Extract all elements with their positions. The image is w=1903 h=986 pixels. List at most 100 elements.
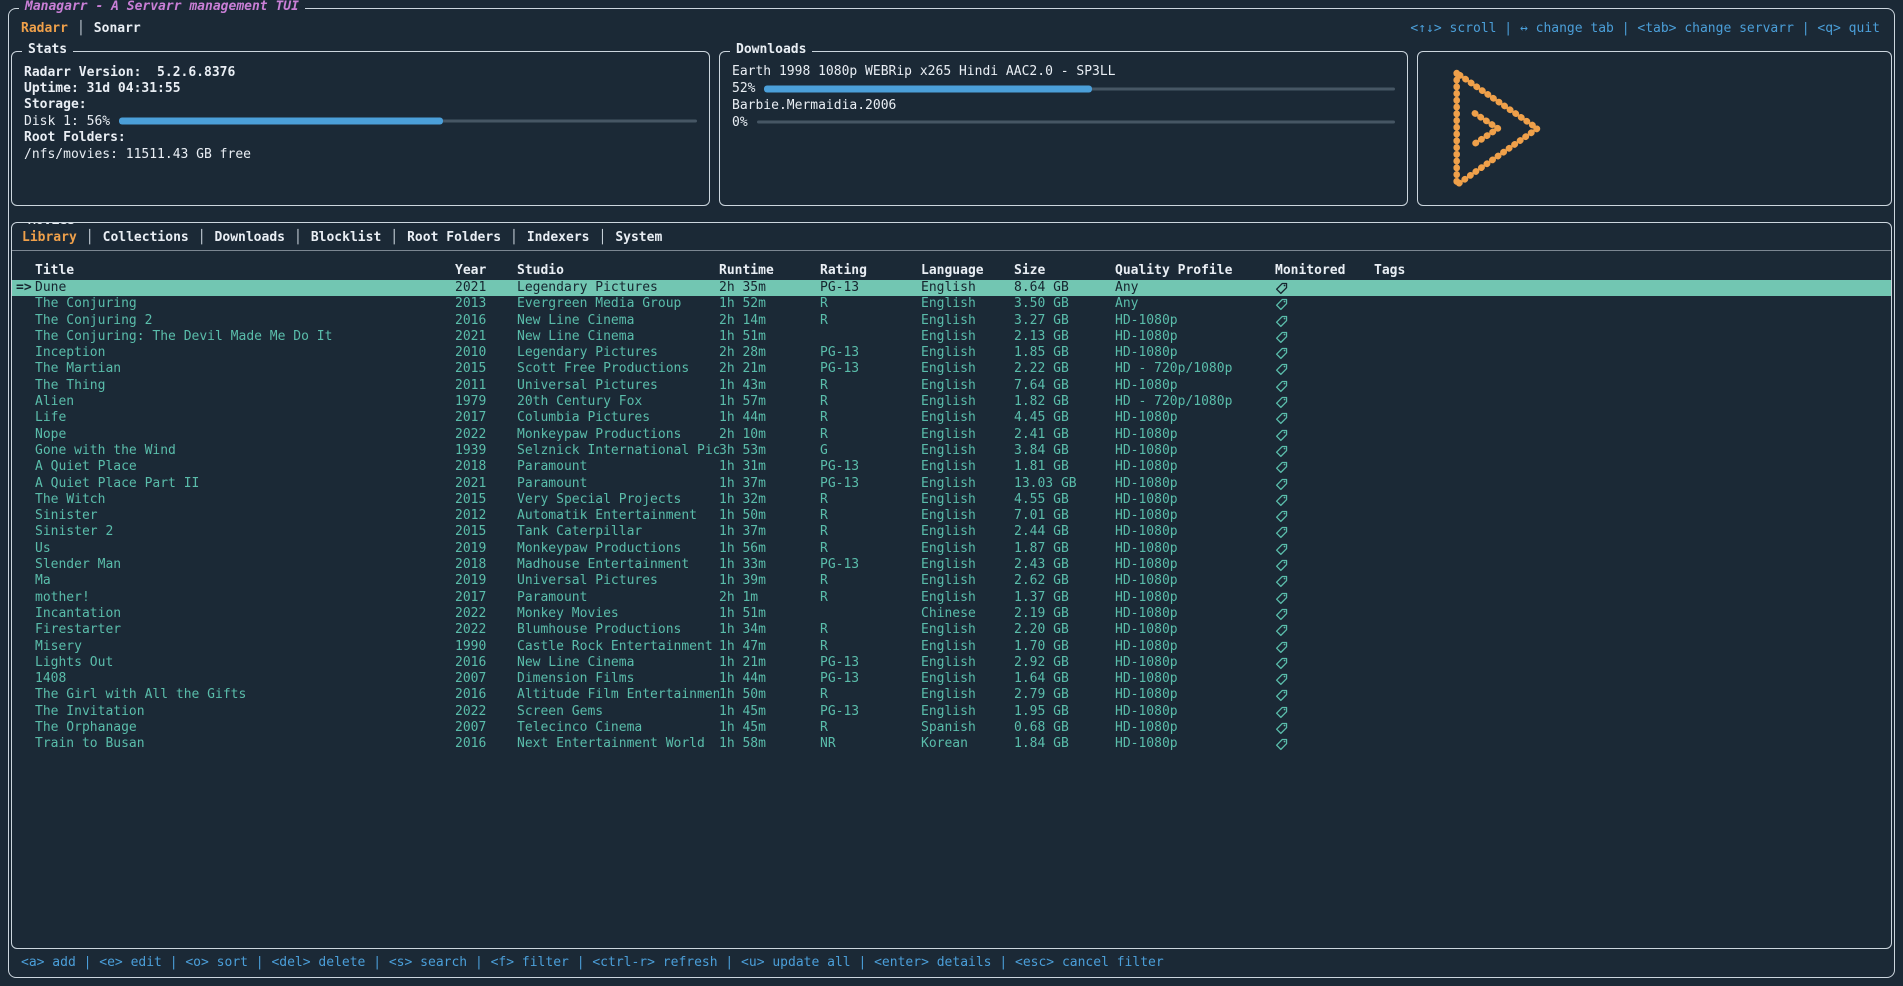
cell-rating: R <box>820 541 921 557</box>
tab-system[interactable]: System <box>615 230 662 245</box>
movie-row[interactable]: The Witch2015Very Special Projects1h 32m… <box>12 492 1891 508</box>
movie-row[interactable]: 14082007Dimension Films1h 44mPG-13Englis… <box>12 671 1891 687</box>
cell-monitored <box>1275 720 1374 736</box>
movie-row[interactable]: The Martian2015Scott Free Productions2h … <box>12 361 1891 377</box>
row-selection-marker <box>12 639 35 655</box>
row-selection-marker <box>12 329 35 345</box>
movie-row[interactable]: Sinister 22015Tank Caterpillar1h 37mREng… <box>12 524 1891 540</box>
cell-rating: PG-13 <box>820 671 921 687</box>
movie-row[interactable]: mother!2017Paramount2h 1mREnglish1.37 GB… <box>12 590 1891 606</box>
monitored-tag-icon <box>1275 412 1288 425</box>
movie-row[interactable]: The Conjuring2013Evergreen Media Group1h… <box>12 296 1891 312</box>
cell-quality-profile: HD-1080p <box>1115 492 1275 508</box>
cell-runtime: 2h 35m <box>719 280 820 296</box>
movie-row[interactable]: The Conjuring: The Devil Made Me Do It20… <box>12 329 1891 345</box>
cell-tags <box>1374 394 1891 410</box>
cell-year: 2022 <box>455 427 517 443</box>
cell-size: 2.62 GB <box>1014 573 1115 589</box>
cell-studio: Columbia Pictures <box>517 410 719 426</box>
monitored-tag-icon <box>1275 608 1288 621</box>
cell-tags <box>1374 606 1891 622</box>
cell-quality-profile: HD-1080p <box>1115 524 1275 540</box>
progress-fill <box>764 85 1092 92</box>
cell-title: Sinister 2 <box>35 524 455 540</box>
cell-quality-profile: HD-1080p <box>1115 622 1275 638</box>
tab-blocklist[interactable]: Blocklist <box>311 230 381 245</box>
cell-size: 1.70 GB <box>1014 639 1115 655</box>
movie-row[interactable]: The Invitation2022Screen Gems1h 45mPG-13… <box>12 704 1891 720</box>
cell-rating: R <box>820 524 921 540</box>
tab-downloads[interactable]: Downloads <box>215 230 285 245</box>
cell-studio: 20th Century Fox <box>517 394 719 410</box>
cell-runtime: 2h 28m <box>719 345 820 361</box>
servarr-tab-sonarr[interactable]: Sonarr <box>94 21 141 36</box>
cell-monitored <box>1275 329 1374 345</box>
movie-row[interactable]: The Conjuring 22016New Line Cinema2h 14m… <box>12 313 1891 329</box>
servarr-tab-radarr[interactable]: Radarr <box>21 21 68 36</box>
tab-indexers[interactable]: Indexers <box>527 230 590 245</box>
cell-language: English <box>921 573 1014 589</box>
movie-row[interactable]: The Girl with All the Gifts2016Altitude … <box>12 687 1891 703</box>
movie-row[interactable]: Lights Out2016New Line Cinema1h 21mPG-13… <box>12 655 1891 671</box>
cell-year: 2015 <box>455 492 517 508</box>
top-panels-row: Stats Radarr Version: 5.2.6.8376Uptime: … <box>9 51 1894 206</box>
header-cell-runtime: Runtime <box>719 263 820 279</box>
movie-row[interactable]: Nope2022Monkeypaw Productions2h 10mREngl… <box>12 427 1891 443</box>
movie-row[interactable]: The Orphanage2007Telecinco Cinema1h 45mR… <box>12 720 1891 736</box>
cell-size: 1.82 GB <box>1014 394 1115 410</box>
movie-row[interactable]: The Thing2011Universal Pictures1h 43mREn… <box>12 378 1891 394</box>
movie-row[interactable]: Misery1990Castle Rock Entertainment1h 47… <box>12 639 1891 655</box>
cell-quality-profile: HD-1080p <box>1115 606 1275 622</box>
cell-runtime: 1h 45m <box>719 720 820 736</box>
cell-studio: Paramount <box>517 590 719 606</box>
movie-row[interactable]: Firestarter2022Blumhouse Productions1h 3… <box>12 622 1891 638</box>
movie-row[interactable]: Train to Busan2016Next Entertainment Wor… <box>12 736 1891 752</box>
movie-row[interactable]: A Quiet Place2018Paramount1h 31mPG-13Eng… <box>12 459 1891 475</box>
cell-quality-profile: Any <box>1115 280 1275 296</box>
cell-year: 2021 <box>455 476 517 492</box>
tab-root-folders[interactable]: Root Folders <box>407 230 501 245</box>
progress-bar <box>119 115 697 127</box>
cell-year: 2016 <box>455 736 517 752</box>
movie-row[interactable]: Incantation2022Monkey Movies1h 51mChines… <box>12 606 1891 622</box>
cell-monitored <box>1275 639 1374 655</box>
movie-row[interactable]: Slender Man2018Madhouse Entertainment1h … <box>12 557 1891 573</box>
monitored-tag-icon <box>1275 592 1288 605</box>
cell-rating: PG-13 <box>820 345 921 361</box>
movie-row[interactable]: Inception2010Legendary Pictures2h 28mPG-… <box>12 345 1891 361</box>
cell-rating: G <box>820 443 921 459</box>
row-selection-marker <box>12 590 35 606</box>
monitored-tag-icon <box>1275 282 1288 295</box>
cell-year: 2017 <box>455 410 517 426</box>
movie-row[interactable]: Gone with the Wind1939Selznick Internati… <box>12 443 1891 459</box>
row-selection-marker <box>12 394 35 410</box>
movie-row[interactable]: Ma2019Universal Pictures1h 39mREnglish2.… <box>12 573 1891 589</box>
monitored-tag-icon <box>1275 722 1288 735</box>
cell-studio: Tank Caterpillar <box>517 524 719 540</box>
tab-collections[interactable]: Collections <box>103 230 189 245</box>
movie-row[interactable]: Sinister2012Automatik Entertainment1h 50… <box>12 508 1891 524</box>
cell-size: 2.22 GB <box>1014 361 1115 377</box>
cell-quality-profile: HD-1080p <box>1115 720 1275 736</box>
monitored-tag-icon <box>1275 510 1288 523</box>
tab-separator: │ <box>77 21 85 36</box>
cell-rating: PG-13 <box>820 557 921 573</box>
cell-title: A Quiet Place Part II <box>35 476 455 492</box>
cell-runtime: 1h 50m <box>719 508 820 524</box>
download-item: Earth 1998 1080p WEBRip x265 Hindi AAC2.… <box>732 64 1395 97</box>
movie-row[interactable]: Us2019Monkeypaw Productions1h 56mREnglis… <box>12 541 1891 557</box>
cell-runtime: 1h 56m <box>719 541 820 557</box>
cell-monitored <box>1275 508 1374 524</box>
cell-language: English <box>921 524 1014 540</box>
movie-row[interactable]: =>Dune2021Legendary Pictures2h 35mPG-13E… <box>12 280 1891 296</box>
movie-row[interactable]: Life2017Columbia Pictures1h 44mREnglish4… <box>12 410 1891 426</box>
tab-library[interactable]: Library <box>22 230 77 245</box>
movie-row[interactable]: Alien197920th Century Fox1h 57mREnglish1… <box>12 394 1891 410</box>
row-selection-marker: => <box>12 280 35 296</box>
movie-row[interactable]: A Quiet Place Part II2021Paramount1h 37m… <box>12 476 1891 492</box>
cell-runtime: 1h 50m <box>719 687 820 703</box>
cell-size: 1.64 GB <box>1014 671 1115 687</box>
header-cell-quality-profile: Quality Profile <box>1115 263 1275 279</box>
monitored-tag-icon <box>1275 575 1288 588</box>
cell-language: English <box>921 443 1014 459</box>
